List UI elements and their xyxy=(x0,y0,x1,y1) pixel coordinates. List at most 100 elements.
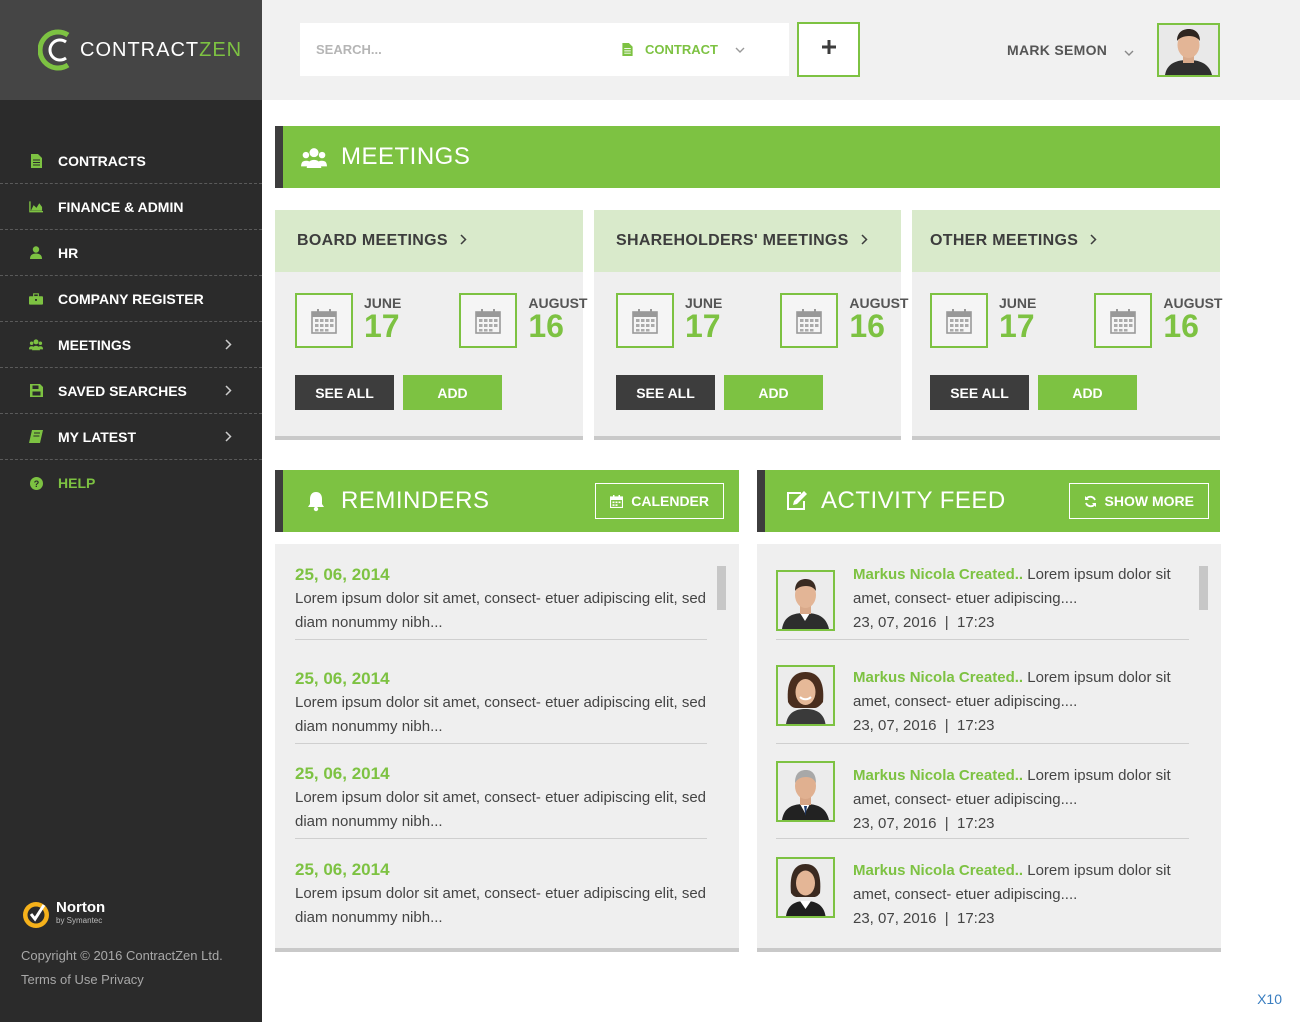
calendar-icon xyxy=(459,293,518,348)
calendar-icon xyxy=(1094,293,1153,348)
activity-item[interactable]: Markus Nicola Created.. Lorem ipsum dolo… xyxy=(776,648,1189,744)
scrollbar[interactable] xyxy=(717,566,726,610)
date-block[interactable]: AUGUST 16 xyxy=(1094,293,1222,348)
activity-item[interactable]: Markus Nicola Created.. Lorem ipsum dolo… xyxy=(776,544,1189,640)
add-meeting-button[interactable]: ADD xyxy=(724,375,823,410)
chevron-right-icon xyxy=(1090,232,1097,250)
sidebar: CONTRACTZEN CONTRACTS FINANCE & ADMIN HR… xyxy=(0,0,262,1022)
meeting-card-other: OTHER MEETINGS JUNE 17 AUGUST 16 SEE ALL A… xyxy=(912,210,1222,440)
date-text: JUNE 17 xyxy=(685,295,722,344)
avatar[interactable] xyxy=(776,665,835,726)
date-block[interactable]: AUGUST 16 xyxy=(780,293,908,348)
date-day: 17 xyxy=(685,308,721,344)
reminder-item[interactable]: 25, 06, 2014 Lorem ipsum dolor sit amet,… xyxy=(295,544,707,640)
svg-text:?: ? xyxy=(33,479,39,489)
users-icon xyxy=(301,147,327,168)
calendar-icon xyxy=(930,293,988,348)
date-block[interactable]: JUNE 17 xyxy=(930,293,1036,348)
sidebar-item-contracts[interactable]: CONTRACTS xyxy=(0,138,262,184)
logo-text: CONTRACTZEN xyxy=(80,39,242,62)
chevron-down-icon xyxy=(735,42,745,57)
sidebar-item-my-latest[interactable]: MY LATEST xyxy=(0,414,262,460)
contract-filter-dropdown[interactable]: CONTRACT xyxy=(622,42,745,57)
reminder-date: 25, 06, 2014 xyxy=(295,669,390,688)
reminder-item[interactable]: 25, 06, 2014 Lorem ipsum dolor sit amet,… xyxy=(295,839,707,935)
meetings-header: MEETINGS xyxy=(275,126,1220,188)
date-day: 17 xyxy=(364,308,400,344)
user-icon xyxy=(29,246,43,260)
sidebar-item-company-register[interactable]: COMPANY REGISTER xyxy=(0,276,262,322)
plus-icon xyxy=(821,39,837,60)
reminder-item[interactable]: 25, 06, 2014 Lorem ipsum dolor sit amet,… xyxy=(295,743,707,839)
logo-text-part2: ZEN xyxy=(199,38,243,61)
activity-item[interactable]: Markus Nicola Created.. Lorem ipsum dolo… xyxy=(776,839,1189,935)
date-day: 16 xyxy=(849,308,885,344)
see-all-button[interactable]: SEE ALL xyxy=(930,375,1029,410)
show-more-button[interactable]: SHOW MORE xyxy=(1068,483,1209,519)
date-text: AUGUST 16 xyxy=(1163,295,1222,342)
edit-icon xyxy=(785,490,809,512)
date-text: JUNE 17 xyxy=(999,295,1036,342)
activity-body: Markus Nicola Created.. Lorem ipsum dolo… xyxy=(853,666,1193,738)
meeting-card-title: OTHER MEETINGS xyxy=(930,232,1079,249)
sidebar-item-help[interactable]: ? HELP xyxy=(0,460,262,506)
date-block[interactable]: AUGUST 16 xyxy=(459,293,587,348)
activity-author[interactable]: Markus Nicola Created.. xyxy=(853,862,1023,879)
sidebar-item-finance-admin[interactable]: FINANCE & ADMIN xyxy=(0,184,262,230)
sidebar-item-label: MEETINGS xyxy=(58,336,132,353)
meeting-card-header[interactable]: OTHER MEETINGS xyxy=(912,210,1220,272)
norton-check-icon xyxy=(23,902,49,928)
reminder-text: Lorem ipsum dolor sit amet, consect- etu… xyxy=(295,694,707,735)
activity-author[interactable]: Markus Nicola Created.. xyxy=(853,566,1023,583)
sidebar-item-label: CONTRACTS xyxy=(58,152,146,169)
avatar[interactable] xyxy=(776,570,835,631)
reminder-text: Lorem ipsum dolor sit amet, consect- etu… xyxy=(295,789,707,830)
search-input[interactable] xyxy=(300,23,620,76)
add-button[interactable] xyxy=(797,22,860,77)
meeting-card-header[interactable]: SHAREHOLDERS' MEETINGS xyxy=(594,210,901,272)
document-icon xyxy=(29,153,43,168)
avatar[interactable] xyxy=(776,857,835,918)
sidebar-item-saved-searches[interactable]: SAVED SEARCHES xyxy=(0,368,262,414)
chevron-right-icon xyxy=(225,337,232,353)
scrollbar[interactable] xyxy=(1199,566,1208,610)
see-all-button[interactable]: SEE ALL xyxy=(616,375,715,410)
sidebar-footer: Norton by Symantec Copyright © 2016 Contr… xyxy=(21,898,223,992)
sidebar-item-meetings[interactable]: MEETINGS xyxy=(0,322,262,368)
chevron-down-icon[interactable] xyxy=(1124,44,1134,62)
briefcase-icon xyxy=(29,292,43,306)
activity-body: Markus Nicola Created.. Lorem ipsum dolo… xyxy=(853,563,1193,635)
chevron-right-icon xyxy=(861,232,868,250)
calendar-icon xyxy=(616,293,674,348)
logo[interactable]: CONTRACTZEN xyxy=(0,0,262,100)
sidebar-item-label: HELP xyxy=(58,475,96,491)
logo-icon xyxy=(37,27,78,73)
calendar-button[interactable]: CALENDER xyxy=(595,483,724,519)
date-block[interactable]: JUNE 17 xyxy=(616,293,722,348)
activity-timestamp: 23, 07, 2016 | 17:23 xyxy=(853,614,995,631)
contract-filter-label: CONTRACT xyxy=(645,42,718,57)
reminder-item[interactable]: 25, 06, 2014 Lorem ipsum dolor sit amet,… xyxy=(295,648,707,744)
avatar[interactable] xyxy=(1157,23,1220,77)
search-box: CONTRACT xyxy=(300,23,789,76)
footer-links[interactable]: Terms of Use Privacy xyxy=(21,968,223,992)
copyright: Copyright © 2016 ContractZen Ltd. xyxy=(21,948,223,963)
meeting-card-header[interactable]: BOARD MEETINGS xyxy=(275,210,583,272)
meeting-card-actions: SEE ALL ADD xyxy=(275,375,583,410)
add-meeting-button[interactable]: ADD xyxy=(1038,375,1137,410)
activity-item[interactable]: Markus Nicola Created.. Lorem ipsum dolo… xyxy=(776,743,1189,839)
avatar[interactable] xyxy=(776,761,835,822)
date-block[interactable]: JUNE 17 xyxy=(295,293,401,348)
user-name[interactable]: MARK SEMON xyxy=(1007,42,1107,58)
see-all-button[interactable]: SEE ALL xyxy=(295,375,394,410)
add-meeting-button[interactable]: ADD xyxy=(403,375,502,410)
norton-sub: by Symantec xyxy=(56,916,103,925)
meeting-dates: JUNE 17 AUGUST 16 xyxy=(594,293,908,348)
activity-timestamp: 23, 07, 2016 | 17:23 xyxy=(853,717,995,734)
sidebar-item-hr[interactable]: HR xyxy=(0,230,262,276)
calendar-icon xyxy=(780,293,839,348)
activity-author[interactable]: Markus Nicola Created.. xyxy=(853,669,1023,686)
reminder-date: 25, 06, 2014 xyxy=(295,764,390,783)
activity-author[interactable]: Markus Nicola Created.. xyxy=(853,767,1023,784)
users-icon xyxy=(29,338,43,352)
